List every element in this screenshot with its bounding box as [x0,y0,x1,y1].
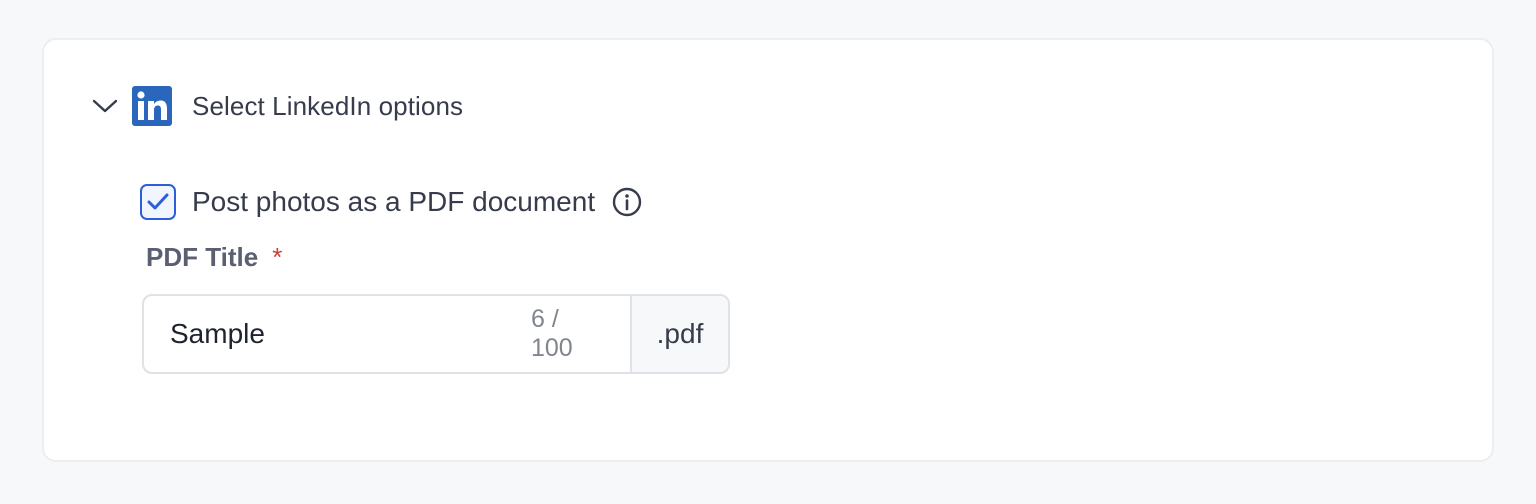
file-extension-suffix: .pdf [630,296,728,372]
chevron-down-icon[interactable] [92,93,118,119]
info-icon[interactable] [611,186,643,218]
pdf-option-checkbox[interactable] [140,184,176,220]
linkedin-options-header[interactable]: Select LinkedIn options [92,84,463,128]
section-title: Select LinkedIn options [192,90,464,121]
pdf-title-label: PDF Title * [146,242,282,273]
required-marker: * [272,242,283,272]
checkmark-icon [147,193,169,210]
pdf-title-input-group: 6 / 100 .pdf [142,294,730,374]
pdf-title-input-wrap: 6 / 100 [144,296,630,372]
linkedin-options-card: Select LinkedIn options Post photos as a… [42,38,1494,462]
pdf-title-input[interactable] [170,318,531,350]
linkedin-icon [132,86,172,126]
pdf-title-label-text: PDF Title [146,242,259,272]
pdf-option-row: Post photos as a PDF document [140,180,643,224]
character-counter: 6 / 100 [531,305,573,362]
pdf-option-label[interactable]: Post photos as a PDF document [192,186,595,218]
